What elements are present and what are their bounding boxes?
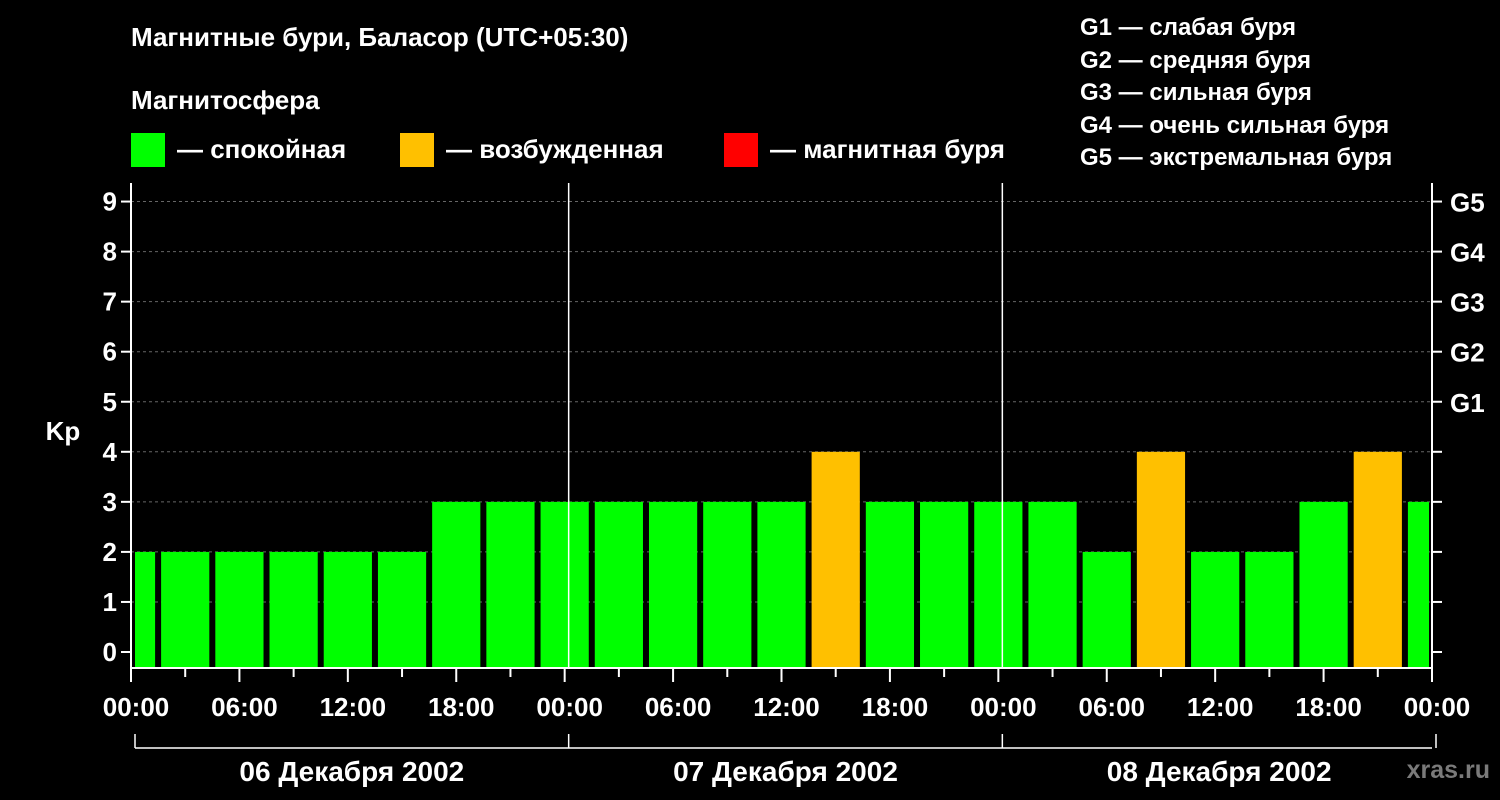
kp-bar (1028, 501, 1077, 668)
kp-bar (811, 451, 860, 668)
kp-bar (594, 501, 643, 668)
right-axis-label: G3 (1450, 288, 1485, 318)
kp-bar (269, 551, 318, 668)
x-tick-label: 18:00 (1295, 692, 1362, 722)
kp-bar (1353, 451, 1402, 668)
day-label: 06 Декабря 2002 (239, 756, 464, 787)
y-tick-label: 7 (103, 287, 117, 317)
x-tick-label: 06:00 (645, 692, 712, 722)
right-axis-label: G4 (1450, 238, 1485, 268)
kp-bar (757, 501, 806, 668)
y-axis-label: Kp (46, 416, 81, 446)
x-tick-label: 18:00 (862, 692, 929, 722)
kp-bar (865, 501, 915, 668)
kp-bar (161, 551, 210, 668)
y-tick-label: 6 (103, 337, 117, 367)
kp-bar (648, 501, 698, 668)
watermark: xras.ru (1406, 756, 1490, 784)
day-label: 07 Декабря 2002 (673, 756, 898, 787)
kp-bar (974, 501, 1023, 668)
kp-bar (1082, 551, 1131, 668)
x-tick-label: 06:00 (211, 692, 278, 722)
x-tick-label: 00:00 (1404, 692, 1471, 722)
kp-bar (1245, 551, 1294, 668)
kp-bar (486, 501, 535, 668)
y-tick-label: 0 (103, 637, 117, 667)
x-tick-label: 00:00 (970, 692, 1037, 722)
x-tick-label: 12:00 (1187, 692, 1254, 722)
kp-bar (323, 551, 372, 668)
x-tick-label: 12:00 (320, 692, 387, 722)
y-tick-label: 2 (103, 537, 117, 567)
kp-bar (135, 551, 156, 668)
kp-bar (920, 501, 969, 668)
day-label: 08 Декабря 2002 (1107, 756, 1332, 787)
kp-bar (377, 551, 427, 668)
y-tick-label: 9 (103, 187, 117, 217)
kp-bar (1407, 501, 1429, 668)
y-tick-label: 8 (103, 237, 117, 267)
kp-bar (215, 551, 264, 668)
right-axis-label: G2 (1450, 338, 1485, 368)
x-tick-label: 00:00 (103, 692, 170, 722)
kp-bar (1136, 451, 1186, 668)
right-axis-label: G1 (1450, 388, 1485, 418)
x-tick-label: 12:00 (753, 692, 820, 722)
kp-bar (432, 501, 481, 668)
kp-bar (540, 501, 589, 668)
kp-bar (703, 501, 752, 668)
kp-bar (1191, 551, 1240, 668)
y-tick-label: 3 (103, 487, 117, 517)
x-tick-label: 00:00 (536, 692, 603, 722)
kp-bar (1299, 501, 1348, 668)
y-tick-label: 1 (103, 587, 117, 617)
x-tick-label: 18:00 (428, 692, 495, 722)
y-tick-label: 4 (103, 437, 118, 467)
kp-bar-chart: 0 1 2 3 4 5 6 7 8 9 Kp G1 G2 G3 G4 G5 00:00 06:00 12:00 18:… (46, 183, 1485, 787)
x-tick-label: 06:00 (1079, 692, 1146, 722)
right-axis-label: G5 (1450, 188, 1485, 218)
y-tick-label: 5 (103, 387, 117, 417)
